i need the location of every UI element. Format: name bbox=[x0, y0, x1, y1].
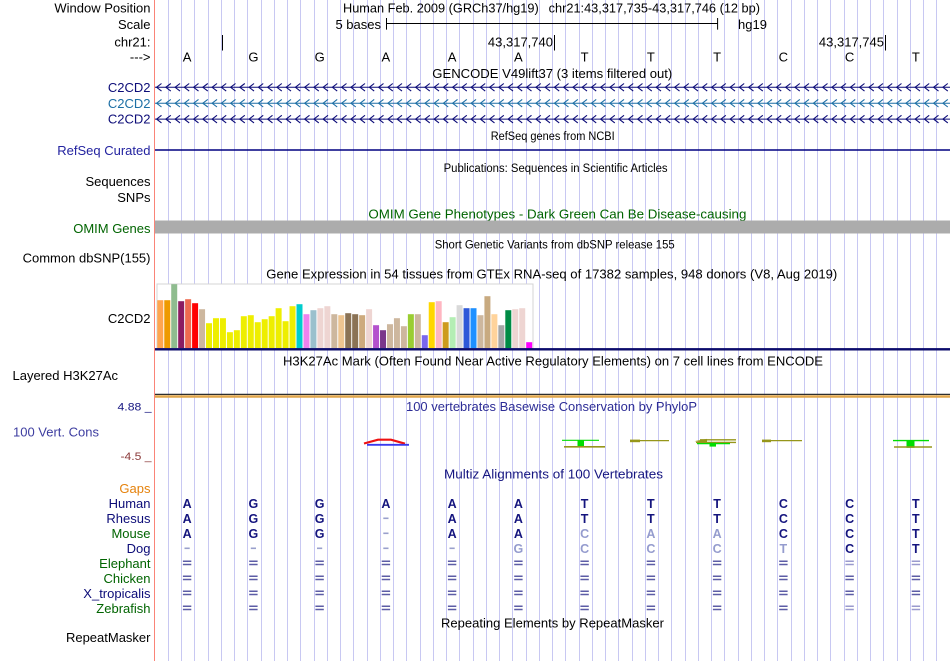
svg-text:RepeatMasker: RepeatMasker bbox=[66, 630, 151, 645]
svg-text:C: C bbox=[580, 542, 589, 556]
svg-text:Short Genetic Variants from db: Short Genetic Variants from dbSNP releas… bbox=[435, 237, 675, 251]
svg-text:43,317,745: 43,317,745 bbox=[819, 35, 884, 50]
svg-text:A: A bbox=[448, 497, 457, 511]
svg-text:C2CD2: C2CD2 bbox=[108, 112, 151, 127]
svg-text:C: C bbox=[845, 542, 854, 556]
svg-text:Repeating Elements by RepeatMa: Repeating Elements by RepeatMasker bbox=[441, 617, 664, 631]
svg-text:Publications: Sequences in Sci: Publications: Sequences in Scientific Ar… bbox=[444, 163, 668, 175]
svg-text:OMIM Genes: OMIM Genes bbox=[73, 221, 151, 236]
svg-text:4.88 _: 4.88 _ bbox=[118, 401, 153, 413]
svg-text:chr21:: chr21: bbox=[114, 35, 150, 50]
svg-text:C: C bbox=[779, 527, 788, 541]
svg-text:H3K27Ac Mark (Often Found Near: H3K27Ac Mark (Often Found Near Active Re… bbox=[283, 353, 823, 368]
svg-text:C: C bbox=[779, 512, 788, 526]
svg-text:T: T bbox=[780, 542, 788, 556]
svg-text:A: A bbox=[646, 527, 655, 541]
svg-text:100 vertebrates Basewise Conse: 100 vertebrates Basewise Conservation by… bbox=[406, 400, 697, 414]
svg-text:T: T bbox=[581, 497, 589, 511]
svg-text:A: A bbox=[183, 527, 192, 541]
svg-text:C: C bbox=[779, 49, 788, 64]
svg-text:T: T bbox=[647, 497, 655, 511]
svg-text:T: T bbox=[647, 512, 655, 526]
svg-text:G: G bbox=[315, 497, 325, 511]
svg-text:--->: ---> bbox=[130, 49, 151, 64]
svg-text:C: C bbox=[845, 49, 854, 64]
svg-text:C: C bbox=[713, 542, 722, 556]
svg-text:Zebrafish: Zebrafish bbox=[96, 601, 150, 616]
svg-text:G: G bbox=[315, 527, 325, 541]
svg-text:T: T bbox=[912, 527, 920, 541]
svg-text:A: A bbox=[183, 512, 192, 526]
svg-text:C: C bbox=[845, 512, 854, 526]
svg-text:T: T bbox=[581, 49, 589, 64]
svg-text:Sequences: Sequences bbox=[85, 174, 151, 189]
svg-text:Elephant: Elephant bbox=[99, 556, 151, 571]
svg-text:T: T bbox=[581, 512, 589, 526]
svg-text:T: T bbox=[912, 542, 920, 556]
svg-text:5 bases: 5 bases bbox=[335, 17, 381, 32]
svg-text:43,317,740: 43,317,740 bbox=[488, 35, 553, 50]
svg-text:G: G bbox=[315, 49, 325, 64]
svg-text:A: A bbox=[514, 512, 523, 526]
svg-text:Scale: Scale bbox=[118, 17, 151, 32]
svg-text:G: G bbox=[514, 542, 524, 556]
svg-text:C2CD2: C2CD2 bbox=[108, 80, 151, 95]
svg-text:A: A bbox=[713, 527, 722, 541]
svg-text:G: G bbox=[248, 49, 258, 64]
svg-text:hg19: hg19 bbox=[738, 17, 767, 32]
svg-text:Common dbSNP(155): Common dbSNP(155) bbox=[23, 251, 151, 266]
svg-text:C: C bbox=[779, 497, 788, 511]
svg-text:G: G bbox=[249, 512, 259, 526]
svg-text:T: T bbox=[713, 512, 721, 526]
svg-text:Multiz Alignments of 100 Verte: Multiz Alignments of 100 Vertebrates bbox=[444, 468, 663, 482]
svg-text:C2CD2: C2CD2 bbox=[108, 311, 151, 326]
svg-text:T: T bbox=[647, 49, 655, 64]
svg-text:GENCODE V49lift37 (3 items fil: GENCODE V49lift37 (3 items filtered out) bbox=[432, 66, 672, 81]
svg-text:T: T bbox=[713, 497, 721, 511]
svg-text:C2CD2: C2CD2 bbox=[108, 96, 151, 111]
svg-text:Rhesus: Rhesus bbox=[106, 511, 151, 526]
svg-text:100 Vert. Cons: 100 Vert. Cons bbox=[13, 426, 99, 440]
svg-text:G: G bbox=[315, 512, 325, 526]
svg-text:OMIM Gene Phenotypes - Dark Gr: OMIM Gene Phenotypes - Dark Green Can Be… bbox=[368, 206, 746, 221]
svg-text:A: A bbox=[514, 497, 523, 511]
svg-text:Dog: Dog bbox=[127, 541, 151, 556]
svg-text:X_tropicalis: X_tropicalis bbox=[83, 586, 151, 601]
svg-text:C: C bbox=[580, 527, 589, 541]
svg-text:A: A bbox=[448, 527, 457, 541]
svg-text:A: A bbox=[514, 49, 523, 64]
svg-text:Gene Expression in 54 tissues: Gene Expression in 54 tissues from GTEx … bbox=[266, 267, 837, 282]
svg-text:T: T bbox=[912, 497, 920, 511]
svg-text:Chicken: Chicken bbox=[104, 571, 151, 586]
svg-text:RefSeq genes from NCBI: RefSeq genes from NCBI bbox=[491, 131, 615, 143]
svg-text:A: A bbox=[514, 527, 523, 541]
svg-text:G: G bbox=[249, 527, 259, 541]
svg-text:C: C bbox=[845, 497, 854, 511]
svg-text:Mouse: Mouse bbox=[111, 526, 150, 541]
svg-text:RefSeq Curated: RefSeq Curated bbox=[57, 143, 150, 158]
svg-text:A: A bbox=[382, 49, 391, 64]
svg-text:Human Feb. 2009 (GRCh37/hg19): Human Feb. 2009 (GRCh37/hg19) chr21:43,3… bbox=[343, 0, 760, 15]
svg-text:T: T bbox=[713, 49, 721, 64]
svg-text:C: C bbox=[646, 542, 655, 556]
svg-text:Layered H3K27Ac: Layered H3K27Ac bbox=[12, 368, 118, 383]
svg-text:A: A bbox=[183, 49, 192, 64]
svg-text:A: A bbox=[448, 512, 457, 526]
svg-text:C: C bbox=[845, 527, 854, 541]
svg-text:Window Position: Window Position bbox=[54, 1, 150, 16]
svg-text:-4.5 _: -4.5 _ bbox=[121, 451, 153, 463]
svg-text:Gaps: Gaps bbox=[119, 481, 151, 496]
svg-text:SNPs: SNPs bbox=[117, 190, 151, 205]
svg-text:Human: Human bbox=[109, 496, 151, 511]
svg-text:T: T bbox=[912, 49, 920, 64]
svg-text:G: G bbox=[249, 497, 259, 511]
svg-text:T: T bbox=[912, 512, 920, 526]
svg-text:A: A bbox=[183, 497, 192, 511]
svg-text:A: A bbox=[448, 49, 457, 64]
svg-text:A: A bbox=[381, 497, 390, 511]
